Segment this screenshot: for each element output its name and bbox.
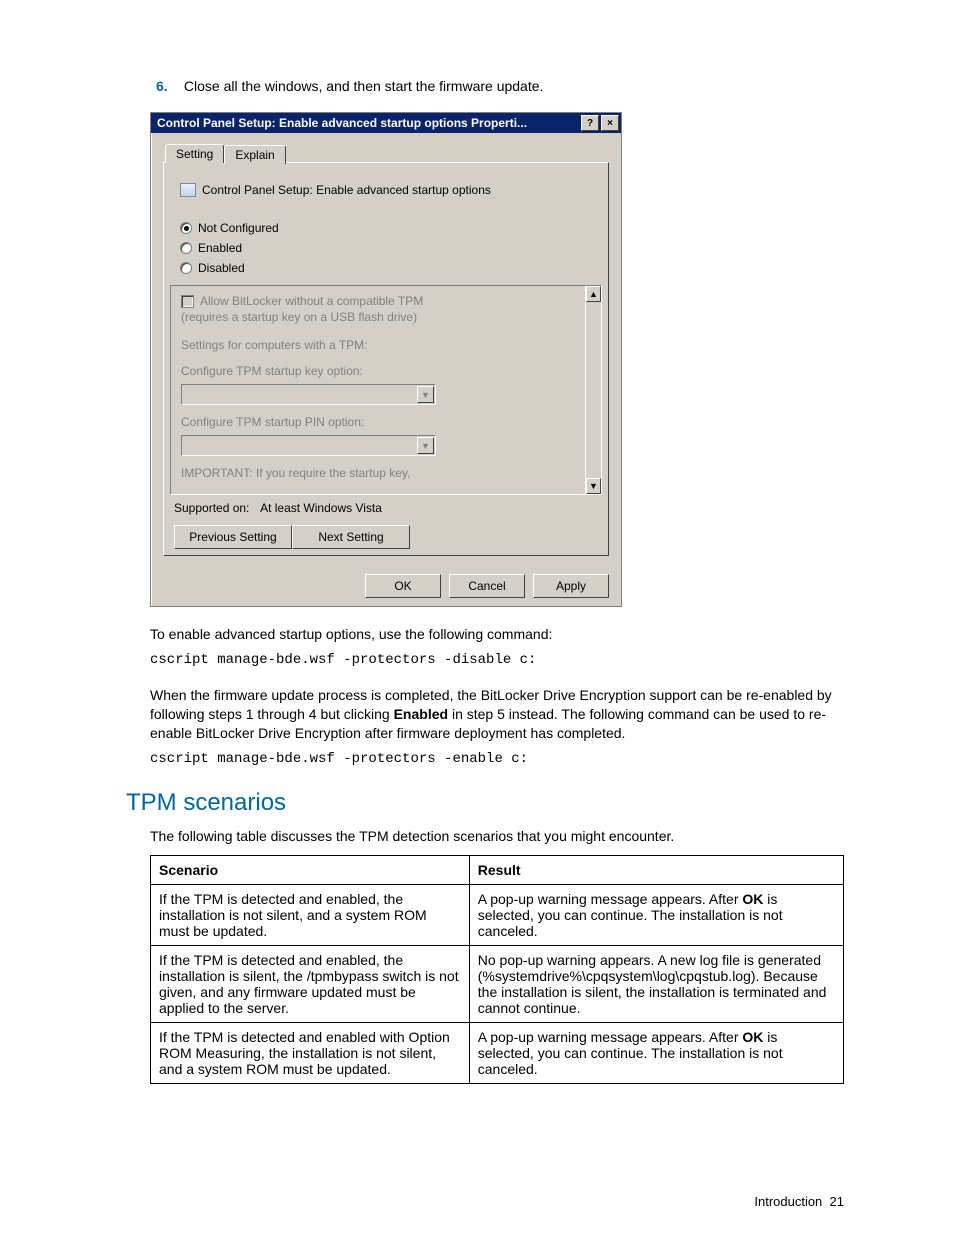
scroll-up-icon[interactable]: ▲ [586,286,601,302]
previous-setting-button[interactable]: Previous Setting [174,525,292,549]
checkbox-label: Allow BitLocker without a compatible TPM [200,294,423,308]
footer-page: 21 [830,1194,844,1209]
options-panel: Allow BitLocker without a compatible TPM… [170,285,602,495]
setting-header: Control Panel Setup: Enable advanced sta… [180,183,602,197]
tab-panel-setting: Control Panel Setup: Enable advanced sta… [163,162,609,556]
opt-line-startup-key: Configure TPM startup key option: [181,364,581,378]
properties-dialog: Control Panel Setup: Enable advanced sta… [150,112,622,607]
table-row: If the TPM is detected and enabled, the … [151,885,844,946]
dialog-titlebar: Control Panel Setup: Enable advanced sta… [151,113,621,133]
heading-tpm-scenarios: TPM scenarios [126,789,844,817]
step-text: Close all the windows, and then start th… [184,78,544,94]
cancel-button[interactable]: Cancel [449,574,525,598]
checkbox-sublabel: (requires a startup key on a USB flash d… [181,310,581,324]
th-scenario: Scenario [151,856,470,885]
code-disable: cscript manage-bde.wsf -protectors -disa… [150,652,844,668]
para-reenable: When the firmware update process is comp… [150,686,844,743]
table-row: If the TPM is detected and enabled, the … [151,946,844,1023]
td-result: A pop-up warning message appears. After … [469,1023,843,1084]
apply-button[interactable]: Apply [533,574,609,598]
footer-section: Introduction [754,1194,822,1209]
radio-label: Disabled [198,261,245,275]
tab-setting[interactable]: Setting [165,144,224,163]
close-icon: × [607,118,613,129]
next-setting-button[interactable]: Next Setting [292,525,410,549]
ok-button[interactable]: OK [365,574,441,598]
checkbox-icon [181,295,194,308]
td-scenario: If the TPM is detected and enabled with … [151,1023,470,1084]
help-button[interactable]: ? [581,115,599,131]
td-result: A pop-up warning message appears. After … [469,885,843,946]
td-scenario: If the TPM is detected and enabled, the … [151,885,470,946]
radio-icon [180,262,192,274]
th-result: Result [469,856,843,885]
checkbox-allow-bitlocker[interactable]: Allow BitLocker without a compatible TPM [181,294,581,308]
close-button[interactable]: × [601,115,619,131]
opt-line-startup-pin: Configure TPM startup PIN option: [181,415,581,429]
radio-enabled[interactable]: Enabled [180,241,602,255]
radio-icon [180,222,192,234]
chevron-down-icon: ▼ [417,386,434,403]
tpm-table: Scenario Result If the TPM is detected a… [150,855,844,1084]
tab-setting-label: Setting [176,147,213,161]
supported-value: At least Windows Vista [260,501,382,515]
page-footer: Introduction 21 [754,1194,844,1209]
supported-label: Supported on: [174,501,249,515]
dialog-footer: OK Cancel Apply [163,574,609,598]
radio-disabled[interactable]: Disabled [180,261,602,275]
bold-enabled: Enabled [394,706,448,722]
td-result: No pop-up warning appears. A new log fil… [469,946,843,1023]
scroll-down-icon[interactable]: ▼ [586,478,601,494]
nav-buttons: Previous Setting Next Setting [174,525,602,549]
step-number: 6. [156,78,180,94]
opt-line-tpm-settings: Settings for computers with a TPM: [181,338,581,352]
options-scrollbar[interactable]: ▲ ▼ [585,286,601,494]
help-icon: ? [587,118,593,129]
bold-ok: OK [742,891,763,907]
combo-startup-key[interactable]: ▼ [181,384,436,405]
table-header-row: Scenario Result [151,856,844,885]
table-row: If the TPM is detected and enabled with … [151,1023,844,1084]
setting-heading: Control Panel Setup: Enable advanced sta… [202,183,491,197]
code-enable: cscript manage-bde.wsf -protectors -enab… [150,751,844,767]
chevron-down-icon: ▼ [417,437,434,454]
radio-label: Not Configured [198,221,279,235]
dialog-title: Control Panel Setup: Enable advanced sta… [157,116,579,130]
step-6: 6. Close all the windows, and then start… [156,78,844,94]
tab-explain[interactable]: Explain [224,145,285,164]
radio-label: Enabled [198,241,242,255]
supported-on: Supported on: At least Windows Vista [174,501,602,515]
opt-important: IMPORTANT: If you require the startup ke… [181,466,581,480]
bold-ok: OK [742,1029,763,1045]
property-icon [180,183,196,197]
combo-startup-pin[interactable]: ▼ [181,435,436,456]
tpm-intro: The following table discusses the TPM de… [150,827,844,846]
tab-explain-label: Explain [235,148,274,162]
tab-strip: Setting Explain [165,143,609,162]
td-scenario: If the TPM is detected and enabled, the … [151,946,470,1023]
radio-icon [180,242,192,254]
para-enable-cmd: To enable advanced startup options, use … [150,625,844,644]
radio-not-configured[interactable]: Not Configured [180,221,602,235]
